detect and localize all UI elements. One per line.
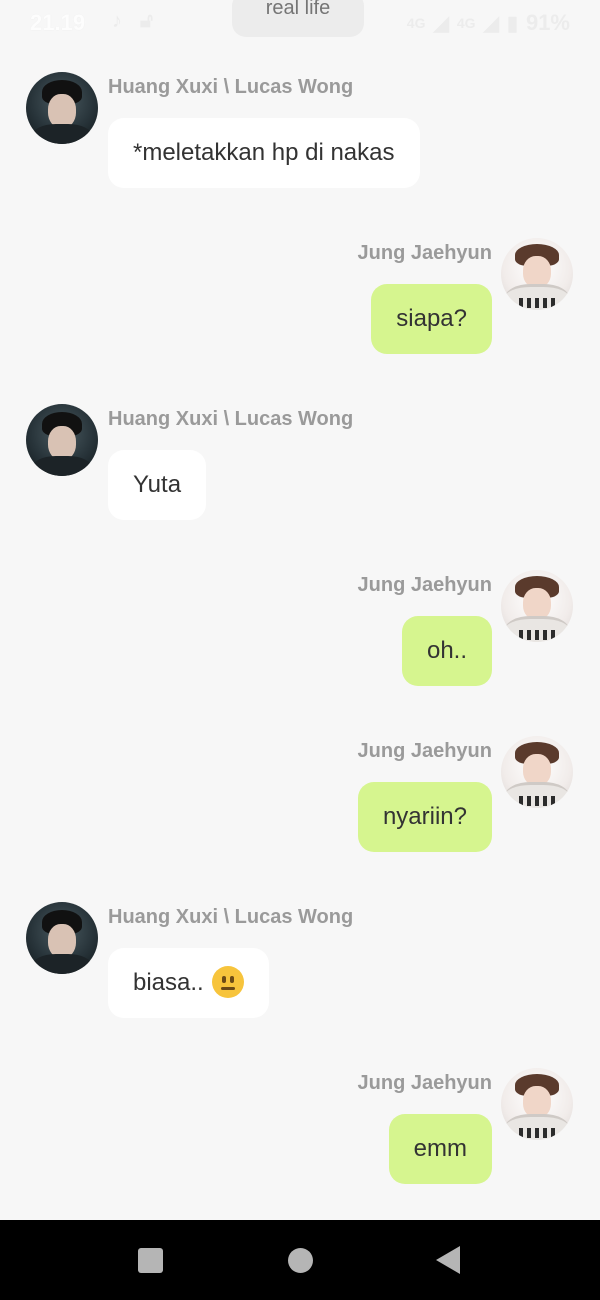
battery-icon: ▮ (506, 12, 518, 35)
sender-name: Huang Xuxi \ Lucas Wong (108, 76, 354, 98)
chat-story-screen: 21.19 ♪ 🔓︎ 4G ◢ 4G ◢ ▮ 91% real life Hua… (0, 0, 600, 1300)
back-triangle-icon (436, 1246, 460, 1274)
sender-name: Jung Jaehyun (357, 1072, 492, 1094)
back-button[interactable] (408, 1220, 488, 1300)
square-icon (137, 1247, 163, 1273)
sender-name: Huang Xuxi \ Lucas Wong (108, 906, 354, 928)
circle-icon (287, 1247, 313, 1273)
message-bubble[interactable]: *meletakkan hp di nakas (108, 118, 420, 188)
network-type-2: 4G (456, 15, 476, 31)
sender-name: Jung Jaehyun (357, 574, 492, 596)
message-bubble[interactable]: biasa.. (108, 948, 270, 1018)
system-nav-bar (0, 1220, 600, 1300)
music-note-icon: ♪ (112, 10, 122, 32)
message-bubble[interactable]: nyariin? (357, 782, 492, 852)
avatar-jaehyun[interactable] (501, 238, 573, 310)
sender-name: Jung Jaehyun (357, 242, 492, 264)
story-title[interactable]: real life (232, 0, 364, 37)
avatar-jaehyun[interactable] (501, 570, 573, 642)
message-bubble[interactable]: siapa? (371, 284, 492, 354)
avatar-lucas[interactable] (26, 72, 98, 144)
sender-name: Huang Xuxi \ Lucas Wong (108, 408, 354, 430)
signal-icon: ◢ (433, 12, 449, 35)
sender-name: Jung Jaehyun (357, 740, 492, 762)
neutral-face-emoji-icon (212, 965, 245, 998)
message-bubble[interactable]: emm (388, 1114, 492, 1184)
recents-button[interactable] (110, 1220, 190, 1300)
message-text: biasa.. (133, 969, 204, 996)
message-bubble[interactable]: Yuta (108, 450, 207, 520)
message-bubble[interactable]: oh.. (401, 616, 492, 686)
avatar-jaehyun[interactable] (501, 1068, 573, 1140)
avatar-lucas[interactable] (26, 404, 98, 476)
lock-icon: 🔓︎ (140, 10, 153, 32)
signal-icon-2: ◢ (483, 12, 499, 35)
status-icons-left: ♪ 🔓︎ (112, 10, 153, 33)
status-icons-right: 4G ◢ 4G ◢ ▮ 91% (407, 10, 570, 36)
avatar-jaehyun[interactable] (501, 736, 573, 808)
status-time: 21.19 (30, 10, 86, 35)
home-button[interactable] (260, 1220, 340, 1300)
network-type-1: 4G (406, 15, 426, 31)
avatar-lucas[interactable] (26, 902, 98, 974)
battery-percent: 91% (525, 10, 570, 35)
